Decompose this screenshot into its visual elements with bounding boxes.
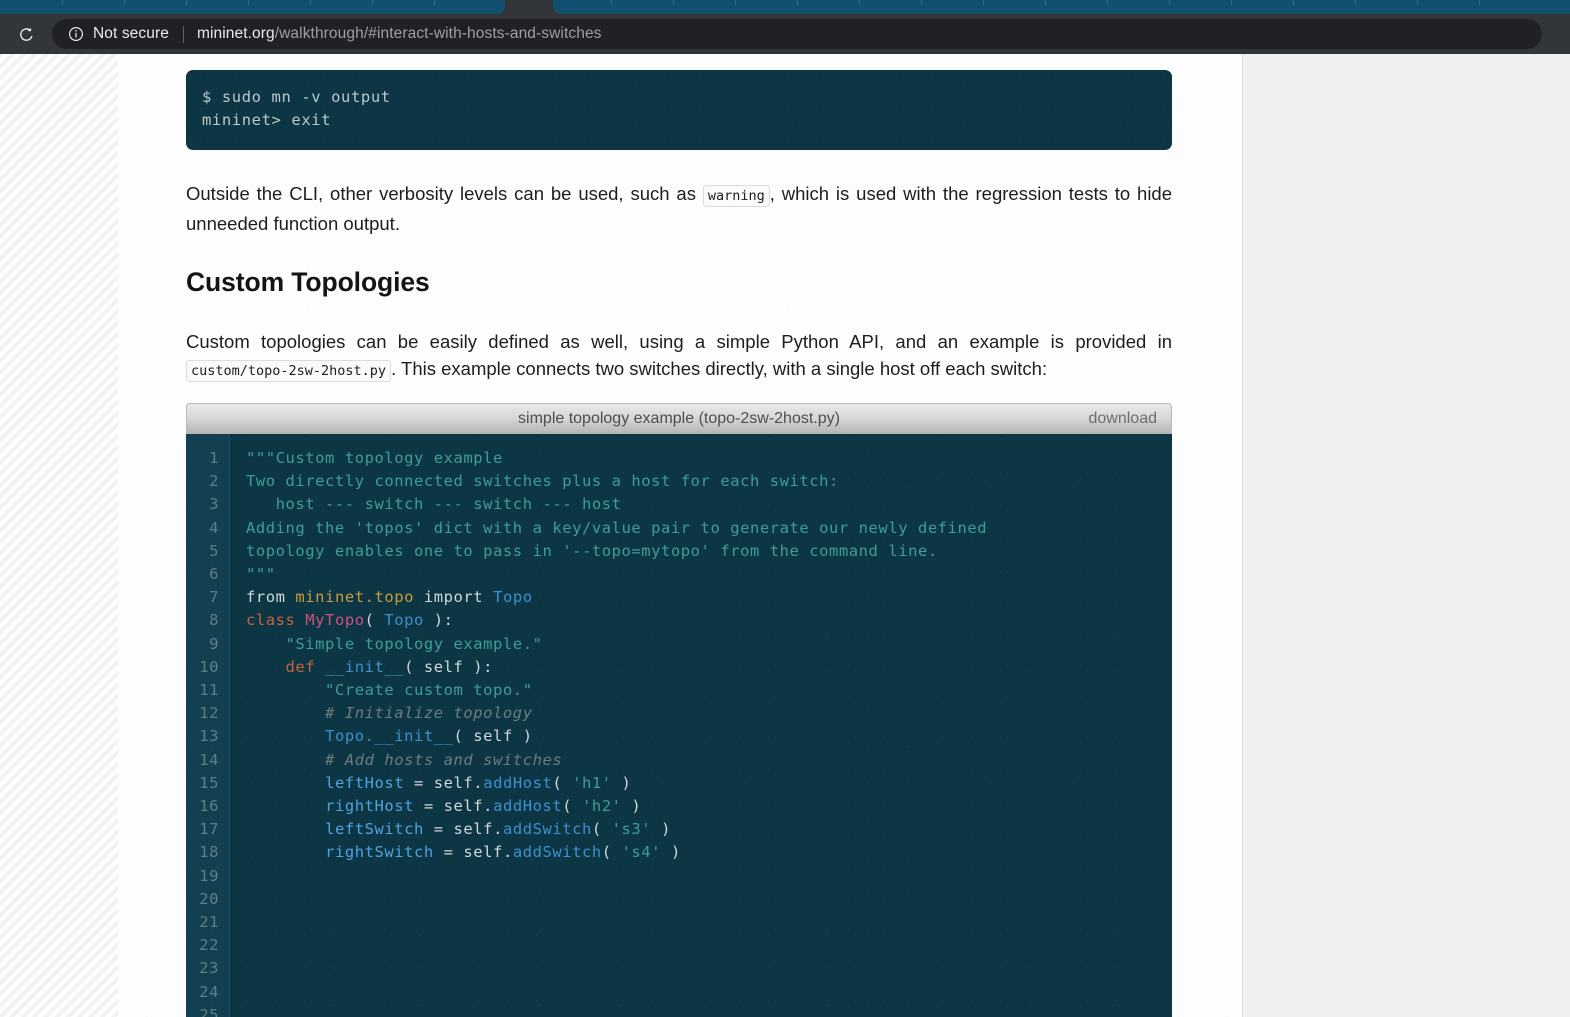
paragraph-text: . This example connects two switches dir…	[391, 358, 1048, 379]
line-number: 21	[199, 913, 219, 932]
browser-window: Not secure mininet.org/walkthrough/#inte…	[0, 0, 1570, 1017]
line-number: 10	[199, 657, 219, 676]
line-number-gutter: 1 2 3 4 5 6 7 8 9 10 11 12 13 14 15 16 1…	[186, 434, 230, 1017]
line-number: 16	[199, 797, 219, 816]
page-content-column: $ sudo mn -v output mininet> exit Outsid…	[118, 54, 1242, 1017]
code-example-header: simple topology example (topo-2sw-2host.…	[186, 403, 1172, 434]
line-number: 19	[199, 866, 219, 885]
security-status-label: Not secure	[93, 25, 169, 42]
line-number: 4	[209, 518, 219, 537]
paragraph-text: Outside the CLI, other verbosity levels …	[186, 183, 703, 204]
line-number: 13	[199, 727, 219, 746]
browser-toolbar: Not secure mininet.org/walkthrough/#inte…	[0, 14, 1570, 54]
code-line: rightSwitch = self.addSwitch( 's4' )	[325, 843, 681, 862]
code-line: # Initialize topology	[246, 704, 533, 723]
paragraph-custom-topologies: Custom topologies can be easily defined …	[186, 328, 1172, 385]
tab-strip	[0, 0, 1570, 14]
line-number: 20	[199, 889, 219, 908]
line-number: 23	[199, 959, 219, 978]
line-number: 2	[209, 472, 219, 491]
inline-code-topo-file: custom/topo-2sw-2host.py	[186, 360, 392, 382]
line-number: 14	[199, 750, 219, 769]
code-line: leftSwitch = self.addSwitch( 's3' )	[325, 820, 671, 839]
download-link[interactable]: download	[1089, 410, 1158, 428]
line-number: 25	[199, 1005, 219, 1017]
page-right-margin	[1242, 54, 1570, 1017]
url-text: mininet.org/walkthrough/#interact-with-h…	[197, 25, 602, 43]
line-number: 9	[209, 634, 219, 653]
code-line: """Custom topology example	[246, 449, 503, 467]
omnibox-divider	[182, 25, 184, 43]
code-line: Topo.__init__( self )	[325, 727, 533, 746]
address-bar[interactable]: Not secure mininet.org/walkthrough/#inte…	[52, 19, 1542, 49]
line-number: 24	[199, 982, 219, 1001]
terminal-output-block: $ sudo mn -v output mininet> exit	[186, 70, 1172, 150]
terminal-line: $ sudo mn -v output	[202, 88, 391, 106]
line-number: 18	[199, 843, 219, 862]
reload-button[interactable]	[13, 21, 39, 47]
line-number: 3	[209, 495, 219, 514]
line-number: 12	[199, 704, 219, 723]
code-example-title: simple topology example (topo-2sw-2host.…	[518, 410, 840, 427]
line-number: 22	[199, 936, 219, 955]
code-line: """	[246, 565, 276, 584]
line-number: 1	[209, 449, 219, 467]
code-line: rightHost = self.addHost( 'h2' )	[325, 797, 642, 816]
page-viewport: $ sudo mn -v output mininet> exit Outsid…	[0, 54, 1570, 1017]
code-line: class MyTopo( Topo ):	[246, 611, 454, 630]
code-example-body: 1 2 3 4 5 6 7 8 9 10 11 12 13 14 15 16 1…	[186, 434, 1172, 1017]
line-number: 5	[209, 541, 219, 560]
code-line: from mininet.topo import Topo	[246, 588, 533, 607]
code-line: def __init__( self ):	[285, 657, 494, 676]
code-lines: """Custom topology example Two directly …	[230, 434, 987, 865]
code-line: # Add hosts and switches	[246, 750, 563, 769]
reload-icon	[19, 27, 32, 41]
url-host: mininet.org	[196, 25, 275, 42]
paragraph-verbosity: Outside the CLI, other verbosity levels …	[186, 180, 1172, 237]
code-line: Two directly connected switches plus a h…	[246, 472, 839, 491]
browser-tab-right[interactable]	[553, 0, 1570, 14]
code-example-box: simple topology example (topo-2sw-2host.…	[186, 403, 1172, 1017]
section-heading-custom-topologies: Custom Topologies	[186, 267, 430, 297]
line-number: 7	[209, 588, 219, 607]
line-number: 6	[209, 565, 219, 584]
paragraph-text: Custom topologies can be easily defined …	[186, 331, 1172, 352]
code-line: topology enables one to pass in '--topo=…	[246, 541, 938, 560]
line-number: 17	[199, 820, 219, 839]
info-circle-icon	[69, 27, 83, 41]
line-number: 15	[199, 773, 219, 792]
code-line: leftHost = self.addHost( 'h1' )	[325, 773, 632, 792]
code-line: "Create custom topo."	[246, 681, 533, 700]
url-path: /walkthrough/#interact-with-hosts-and-sw…	[274, 25, 602, 42]
inline-code-warning: warning	[702, 185, 770, 207]
terminal-line: mininet> exit	[202, 111, 332, 129]
code-line: "Simple topology example."	[246, 634, 543, 653]
line-number: 8	[209, 611, 219, 630]
line-number: 11	[199, 681, 219, 700]
code-line: host --- switch --- switch --- host	[246, 495, 622, 514]
browser-tab-left[interactable]	[0, 0, 505, 14]
code-line: Adding the 'topos' dict with a key/value…	[246, 518, 988, 537]
